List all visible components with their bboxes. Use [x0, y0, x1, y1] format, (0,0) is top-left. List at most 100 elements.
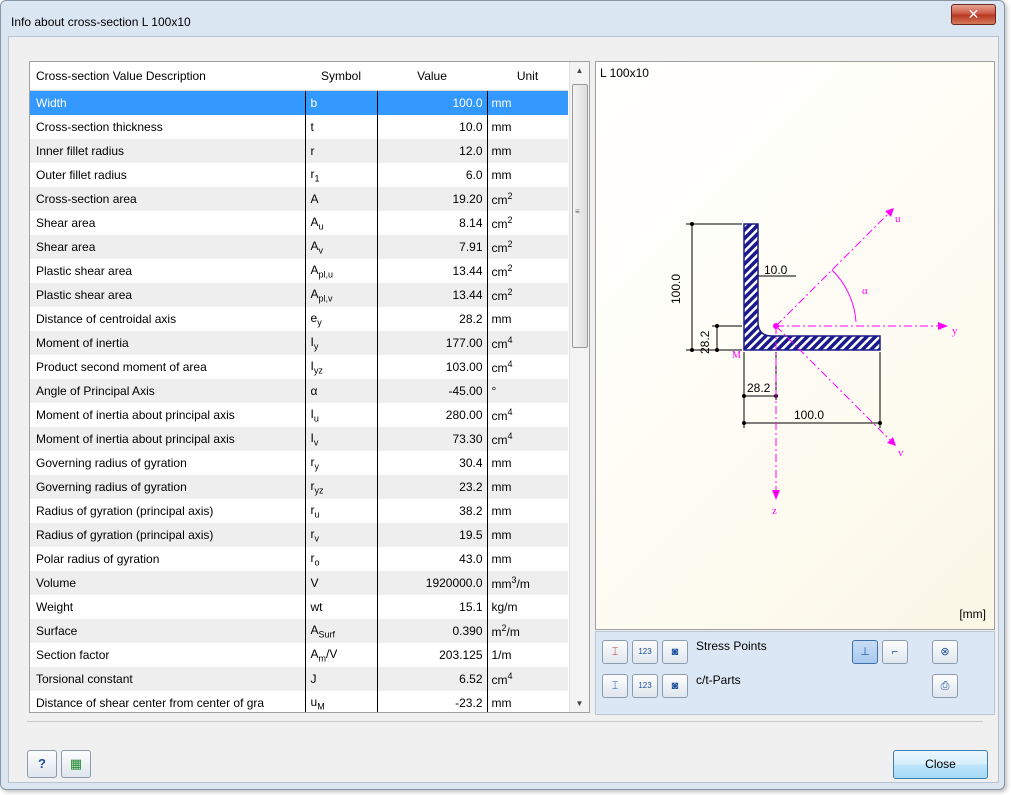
axes-toggle-icon[interactable]: ⌐: [882, 640, 908, 664]
table-row[interactable]: Radius of gyration (principal axis) rv 19.…: [30, 523, 568, 547]
table-row[interactable]: Surface ASurf 0.390 m2/m: [30, 619, 568, 643]
table-row[interactable]: Width b 100.0 mm: [30, 90, 568, 115]
scroll-down-icon[interactable]: ▼: [570, 699, 589, 708]
row-symbol: V: [304, 571, 378, 595]
row-symbol-subscript: y: [314, 461, 320, 472]
col-header-unit[interactable]: Unit: [487, 62, 568, 91]
row-unit-superscript: 2: [507, 287, 513, 297]
row-symbol: b: [304, 90, 378, 115]
table-scrollbar[interactable]: ▲ ≡ ▼: [569, 62, 589, 712]
row-unit: mm: [486, 523, 568, 547]
row-symbol: α: [304, 379, 378, 403]
table-row[interactable]: Product second moment of area Iyz 103.00 cm…: [30, 355, 568, 379]
dim-ey-label: 28.2: [747, 381, 771, 395]
row-description-text: Governing radius of gyration: [36, 456, 187, 470]
show-ct-parts-icon[interactable]: ⌶: [602, 674, 628, 698]
axis-u-label: u: [895, 213, 901, 225]
close-button[interactable]: Close: [893, 750, 988, 779]
values-table-panel: Cross-section Value Description Symbol V…: [29, 61, 590, 713]
zoom-reset-icon[interactable]: ⊗: [932, 640, 958, 664]
row-unit: mm: [486, 691, 568, 712]
dimensions-toggle-icon[interactable]: ⊥: [852, 640, 878, 664]
ct-parts-details-icon[interactable]: ◙: [662, 674, 688, 698]
row-unit: cm2: [486, 187, 568, 211]
principal-axes: [775, 209, 946, 498]
table-row[interactable]: Inner fillet radius r 12.0 mm: [30, 139, 568, 163]
row-unit-text: mm: [491, 312, 512, 326]
row-unit-superscript: 4: [507, 359, 513, 369]
row-value-text: 6.0: [465, 168, 483, 182]
row-unit: °: [486, 379, 568, 403]
row-description: Plastic shear area: [30, 259, 305, 283]
dim-width-label: 100.0: [794, 408, 824, 422]
table-row[interactable]: Plastic shear area Apl,u 13.44 cm2: [30, 259, 568, 283]
row-symbol-subscript: Surf: [318, 629, 336, 640]
table-row[interactable]: Radius of gyration (principal axis) ru 38.…: [30, 499, 568, 523]
ct-parts-numbering-icon[interactable]: 123: [632, 674, 658, 698]
table-row[interactable]: Weight wt 15.1 kg/m: [30, 595, 568, 619]
row-description-text: Moment of inertia about principal axis: [36, 432, 235, 446]
table-row[interactable]: Distance of centroidal axis ey 28.2 mm: [30, 307, 568, 331]
axis-y-label: y: [952, 325, 958, 337]
row-value-text: 12.0: [459, 144, 483, 158]
table-row[interactable]: Torsional constant J 6.52 cm4: [30, 667, 568, 691]
row-unit-text: cm: [491, 193, 508, 207]
table-row[interactable]: Governing radius of gyration ry 30.4 mm: [30, 451, 568, 475]
window-close-icon[interactable]: ✕: [951, 4, 996, 25]
table-row[interactable]: Shear area Av 7.91 cm2: [30, 235, 568, 259]
table-row[interactable]: Section factor Am/V 203.125 1/m: [30, 643, 568, 667]
table-row[interactable]: Outer fillet radius r1 6.0 mm: [30, 163, 568, 187]
row-value: 15.1: [377, 595, 487, 619]
row-symbol-subscript: pl,u: [318, 269, 334, 280]
row-description: Inner fillet radius: [30, 139, 305, 163]
row-description-text: Distance of centroidal axis: [36, 312, 177, 326]
row-unit-text: m: [491, 625, 502, 639]
row-value: 38.2: [377, 499, 487, 523]
footer-separator: [27, 721, 983, 722]
row-value: 103.00: [377, 355, 487, 379]
row-unit-text: mm: [491, 504, 512, 518]
row-value: 23.2: [377, 475, 487, 499]
row-unit-text: cm: [491, 289, 508, 303]
row-description: Governing radius of gyration: [30, 451, 305, 475]
row-symbol: Iu: [304, 403, 378, 427]
table-row[interactable]: Polar radius of gyration ro 43.0 mm: [30, 547, 568, 571]
row-description: Shear area: [30, 211, 305, 235]
row-description: Distance of shear center from center of …: [30, 691, 305, 712]
table-row[interactable]: Moment of inertia about principal axis Iv…: [30, 427, 568, 451]
table-row[interactable]: Shear area Au 8.14 cm2: [30, 211, 568, 235]
table-row[interactable]: Governing radius of gyration ryz 23.2 mm: [30, 475, 568, 499]
table-row[interactable]: Moment of inertia about principal axis Iu…: [30, 403, 568, 427]
help-icon[interactable]: ?: [27, 750, 57, 778]
print-graphic-icon[interactable]: ⎙: [932, 674, 958, 698]
table-row[interactable]: Moment of inertia Iy 177.00 cm4: [30, 331, 568, 355]
table-row[interactable]: Distance of shear center from center of …: [30, 691, 568, 712]
title-bar: Info about cross-section L 100x10 ✕: [1, 1, 1004, 35]
table-row[interactable]: Cross-section thickness t 10.0 mm: [30, 115, 568, 139]
dim-thickness-label: 10.0: [764, 263, 788, 277]
export-excel-icon[interactable]: ▦: [61, 750, 91, 778]
row-symbol: t: [304, 115, 378, 139]
row-description-text: Surface: [36, 624, 78, 638]
row-value: 280.00: [377, 403, 487, 427]
col-header-description[interactable]: Cross-section Value Description: [30, 62, 305, 91]
stress-points-details-icon[interactable]: ◙: [662, 640, 688, 664]
scroll-up-icon[interactable]: ▲: [570, 66, 589, 75]
section-graphic-panel: L 100x10 100.0 28.2 10.0 28.2 100.0 y z …: [595, 61, 995, 630]
scroll-thumb[interactable]: [572, 84, 588, 348]
row-unit: cm4: [486, 667, 568, 691]
row-unit: 1/m: [486, 643, 568, 667]
col-header-symbol[interactable]: Symbol: [305, 62, 377, 91]
row-description: Shear area: [30, 235, 305, 259]
table-row[interactable]: Cross-section area A 19.20 cm2: [30, 187, 568, 211]
table-row[interactable]: Angle of Principal Axis α -45.00 °: [30, 379, 568, 403]
table-row[interactable]: Plastic shear area Apl,v 13.44 cm2: [30, 283, 568, 307]
show-stress-points-icon[interactable]: ⌶: [602, 640, 628, 664]
values-table: Cross-section Value Description Symbol V…: [30, 62, 568, 712]
stress-points-numbering-icon[interactable]: 123: [632, 640, 658, 664]
row-symbol: ru: [304, 499, 378, 523]
row-unit-text: mm: [491, 552, 512, 566]
row-description-text: Polar radius of gyration: [36, 552, 160, 566]
col-header-value[interactable]: Value: [377, 62, 487, 91]
table-row[interactable]: Volume V 1920000.0 mm3/m: [30, 571, 568, 595]
